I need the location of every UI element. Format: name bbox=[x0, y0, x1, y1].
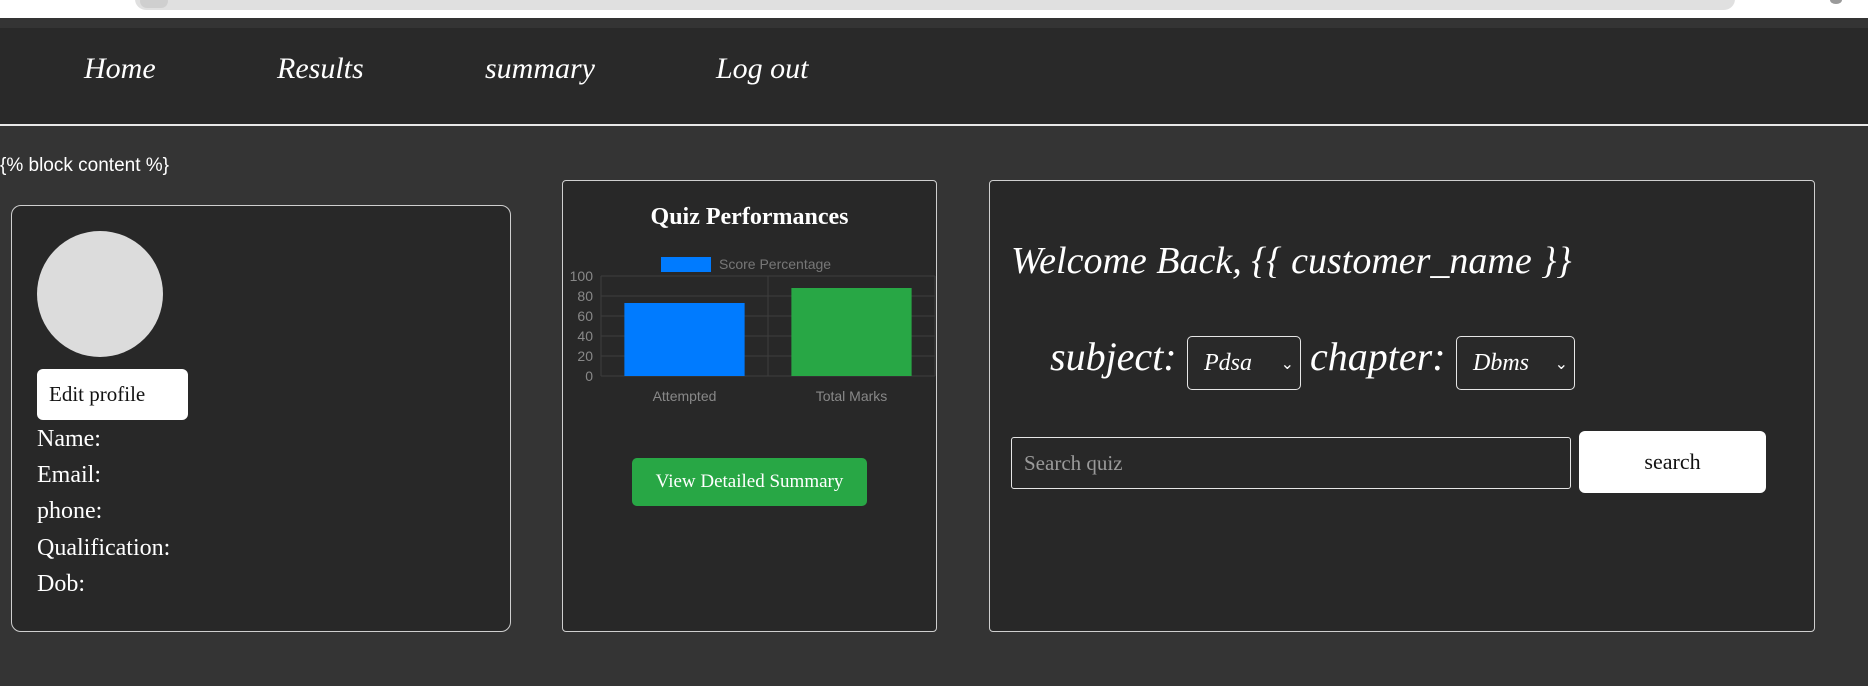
edit-profile-button[interactable]: Edit profile bbox=[37, 369, 188, 420]
nav-summary[interactable]: summary bbox=[485, 52, 595, 86]
chevron-down-icon: ⌄ bbox=[1554, 354, 1568, 373]
address-bar-icon bbox=[140, 0, 168, 8]
chapter-select-value: Dbms bbox=[1473, 349, 1530, 376]
x-tick-label: Total Marks bbox=[816, 388, 888, 404]
y-tick-label: 0 bbox=[585, 368, 593, 384]
y-tick-label: 80 bbox=[577, 288, 593, 304]
legend-label: Score Percentage bbox=[719, 256, 831, 272]
browser-address-bar[interactable] bbox=[135, 0, 1735, 10]
nav-home[interactable]: Home bbox=[84, 52, 156, 86]
subject-label: subject: bbox=[1050, 334, 1177, 379]
bar-total-marks bbox=[791, 288, 912, 376]
nav-logout[interactable]: Log out bbox=[716, 52, 809, 86]
score-bar-chart: Score Percentage 0 20 40 60 80 100 Attempted Tot… bbox=[570, 256, 936, 404]
chapter-select[interactable]: Dbms ⌄ bbox=[1456, 336, 1575, 390]
profile-field-email: Email: bbox=[37, 462, 101, 488]
subject-select-value: Pdsa bbox=[1204, 349, 1252, 376]
nav-results[interactable]: Results bbox=[277, 52, 364, 86]
bar-attempted bbox=[624, 303, 745, 376]
profile-field-dob: Dob: bbox=[37, 571, 85, 597]
chevron-down-icon: ⌄ bbox=[1280, 354, 1294, 373]
y-tick-label: 60 bbox=[577, 308, 593, 324]
x-tick-label: Attempted bbox=[653, 388, 717, 404]
quiz-performance-card: Quiz Performances Score Percentage 0 20 40 6… bbox=[562, 180, 937, 632]
y-tick-label: 20 bbox=[577, 348, 593, 364]
welcome-card: Welcome Back, {{ customer_name }} subjec… bbox=[989, 180, 1815, 632]
search-input[interactable] bbox=[1011, 437, 1571, 489]
legend-swatch bbox=[661, 257, 711, 272]
chapter-label: chapter: bbox=[1310, 334, 1446, 379]
template-block-text: {% block content %} bbox=[0, 155, 169, 176]
search-button[interactable]: search bbox=[1579, 431, 1766, 493]
welcome-heading: Welcome Back, {{ customer_name }} bbox=[1011, 240, 1572, 282]
y-tick-label: 40 bbox=[577, 328, 593, 344]
top-navbar: Home Results summary Log out bbox=[0, 28, 1868, 126]
avatar bbox=[37, 231, 163, 357]
profile-field-name: Name: bbox=[37, 426, 101, 452]
profile-field-qualification: Qualification: bbox=[37, 535, 171, 561]
view-summary-button[interactable]: View Detailed Summary bbox=[632, 458, 867, 506]
y-tick-label: 100 bbox=[570, 268, 594, 284]
profile-card: Edit profile Name: Email: phone: Qualifi… bbox=[11, 205, 511, 632]
chart-title: Quiz Performances bbox=[650, 204, 849, 230]
subject-select[interactable]: Pdsa ⌄ bbox=[1187, 336, 1301, 390]
profile-field-phone: phone: bbox=[37, 498, 103, 524]
